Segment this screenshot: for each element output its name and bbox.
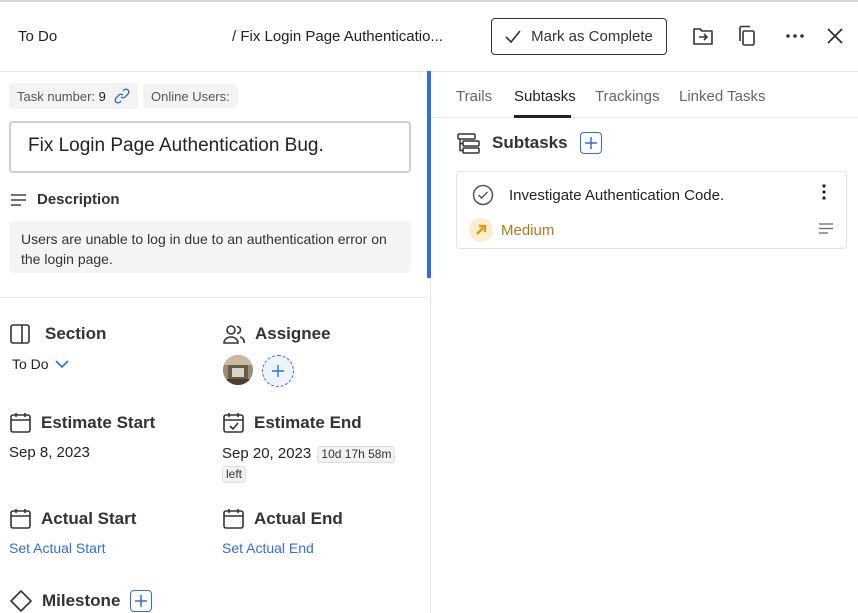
estimate-end-field-label: Estimate End xyxy=(223,412,362,433)
assignee-avatar[interactable] xyxy=(223,355,253,385)
activity-panel: Trails Subtasks Trackings Linked Tasks S… xyxy=(431,73,858,613)
move-folder-icon[interactable] xyxy=(691,24,715,48)
priority-label: Medium xyxy=(501,221,555,239)
actual-end-label: Actual End xyxy=(254,508,343,528)
calendar-check-icon xyxy=(223,413,244,433)
estimate-start-field-label: Estimate Start xyxy=(10,412,155,433)
subtasks-heading: Subtasks xyxy=(457,132,602,154)
estimate-end-label: Estimate End xyxy=(254,412,362,432)
estimate-end-value: Sep 20, 2023 xyxy=(222,445,312,462)
users-icon xyxy=(223,325,245,344)
online-users-chip: Online Users: xyxy=(143,84,238,108)
check-circle-icon[interactable] xyxy=(472,184,494,206)
assignee-field-label: Assignee xyxy=(223,324,331,344)
tab-linked-tasks[interactable]: Linked Tasks xyxy=(679,88,765,105)
add-subtask-button[interactable] xyxy=(579,132,602,154)
estimate-start-label: Estimate Start xyxy=(41,412,156,432)
subtask-title: Investigate Authentication Code. xyxy=(509,187,725,204)
duplicate-icon[interactable] xyxy=(735,24,759,48)
diamond-icon xyxy=(10,590,32,612)
section-label: Section xyxy=(45,324,107,343)
section-dropdown[interactable]: To Do xyxy=(12,356,69,372)
task-details-panel: Task number: 9 Online Users: Fix Login P… xyxy=(0,73,427,613)
subtasks-label: Subtasks xyxy=(492,133,568,152)
task-number-value: 9 xyxy=(98,88,106,104)
description-heading: Description xyxy=(10,191,120,208)
close-icon[interactable] xyxy=(823,24,847,48)
panel-icon xyxy=(10,324,30,344)
set-actual-end-link[interactable]: Set Actual End xyxy=(222,540,314,556)
assignee-label: Assignee xyxy=(255,324,331,343)
kebab-menu-icon[interactable] xyxy=(821,184,827,200)
plus-icon xyxy=(135,595,148,607)
description-lines-icon xyxy=(819,223,833,234)
plus-icon xyxy=(272,365,284,377)
actual-start-field-label: Actual Start xyxy=(10,508,136,529)
text-lines-icon xyxy=(11,193,26,206)
mark-complete-label: Mark as Complete xyxy=(531,28,653,45)
chevron-down-icon xyxy=(55,360,69,368)
priority-arrow-icon xyxy=(469,218,493,242)
calendar-icon xyxy=(10,509,31,529)
mark-complete-button[interactable]: Mark as Complete xyxy=(491,18,667,55)
check-icon xyxy=(505,29,521,43)
online-users-label: Online Users: xyxy=(151,88,230,104)
description-label: Description xyxy=(37,191,120,208)
set-actual-start-link[interactable]: Set Actual Start xyxy=(9,540,106,556)
milestone-field-label: Milestone xyxy=(10,590,153,612)
time-remaining-left-badge: left xyxy=(222,466,247,483)
description-text[interactable]: Users are unable to log in due to an aut… xyxy=(9,221,411,273)
task-title-field[interactable]: Fix Login Page Authentication Bug. xyxy=(9,121,411,173)
actual-start-label: Actual Start xyxy=(41,508,137,528)
active-tab-indicator xyxy=(514,115,571,118)
subtask-card[interactable]: Investigate Authentication Code. Medium xyxy=(456,171,847,249)
task-number-chip: Task number: 9 xyxy=(9,83,138,109)
plus-icon xyxy=(584,137,597,149)
tab-bar: Trails Subtasks Trackings Linked Tasks xyxy=(431,73,858,118)
tab-subtasks[interactable]: Subtasks xyxy=(514,88,576,105)
actual-end-field-label: Actual End xyxy=(223,508,343,529)
calendar-icon xyxy=(223,509,244,529)
priority-badge[interactable]: Medium xyxy=(469,218,554,242)
task-number-label: Task number: xyxy=(17,88,96,104)
divider xyxy=(0,297,427,298)
time-remaining-badge: 10d 17h 58m xyxy=(317,446,396,463)
estimate-start-value[interactable]: Sep 8, 2023 xyxy=(9,444,90,461)
more-options-icon[interactable] xyxy=(783,24,807,48)
hierarchy-list-icon xyxy=(457,132,480,154)
estimate-end-value-block[interactable]: Sep 20, 2023 10d 17h 58m left xyxy=(222,444,412,484)
tab-trails[interactable]: Trails xyxy=(456,88,492,105)
calendar-icon xyxy=(10,413,31,433)
add-assignee-button[interactable] xyxy=(262,355,294,387)
section-value: To Do xyxy=(12,356,49,372)
section-field-label: Section xyxy=(10,324,106,344)
milestone-label: Milestone xyxy=(42,591,121,610)
header-task-title: / Fix Login Page Authenticatio... xyxy=(232,28,443,45)
task-header: To Do / Fix Login Page Authenticatio... … xyxy=(0,2,858,72)
link-icon[interactable] xyxy=(114,88,130,104)
add-milestone-button[interactable] xyxy=(130,590,153,612)
header-section-name[interactable]: To Do xyxy=(18,28,57,45)
tab-trackings[interactable]: Trackings xyxy=(595,88,659,105)
